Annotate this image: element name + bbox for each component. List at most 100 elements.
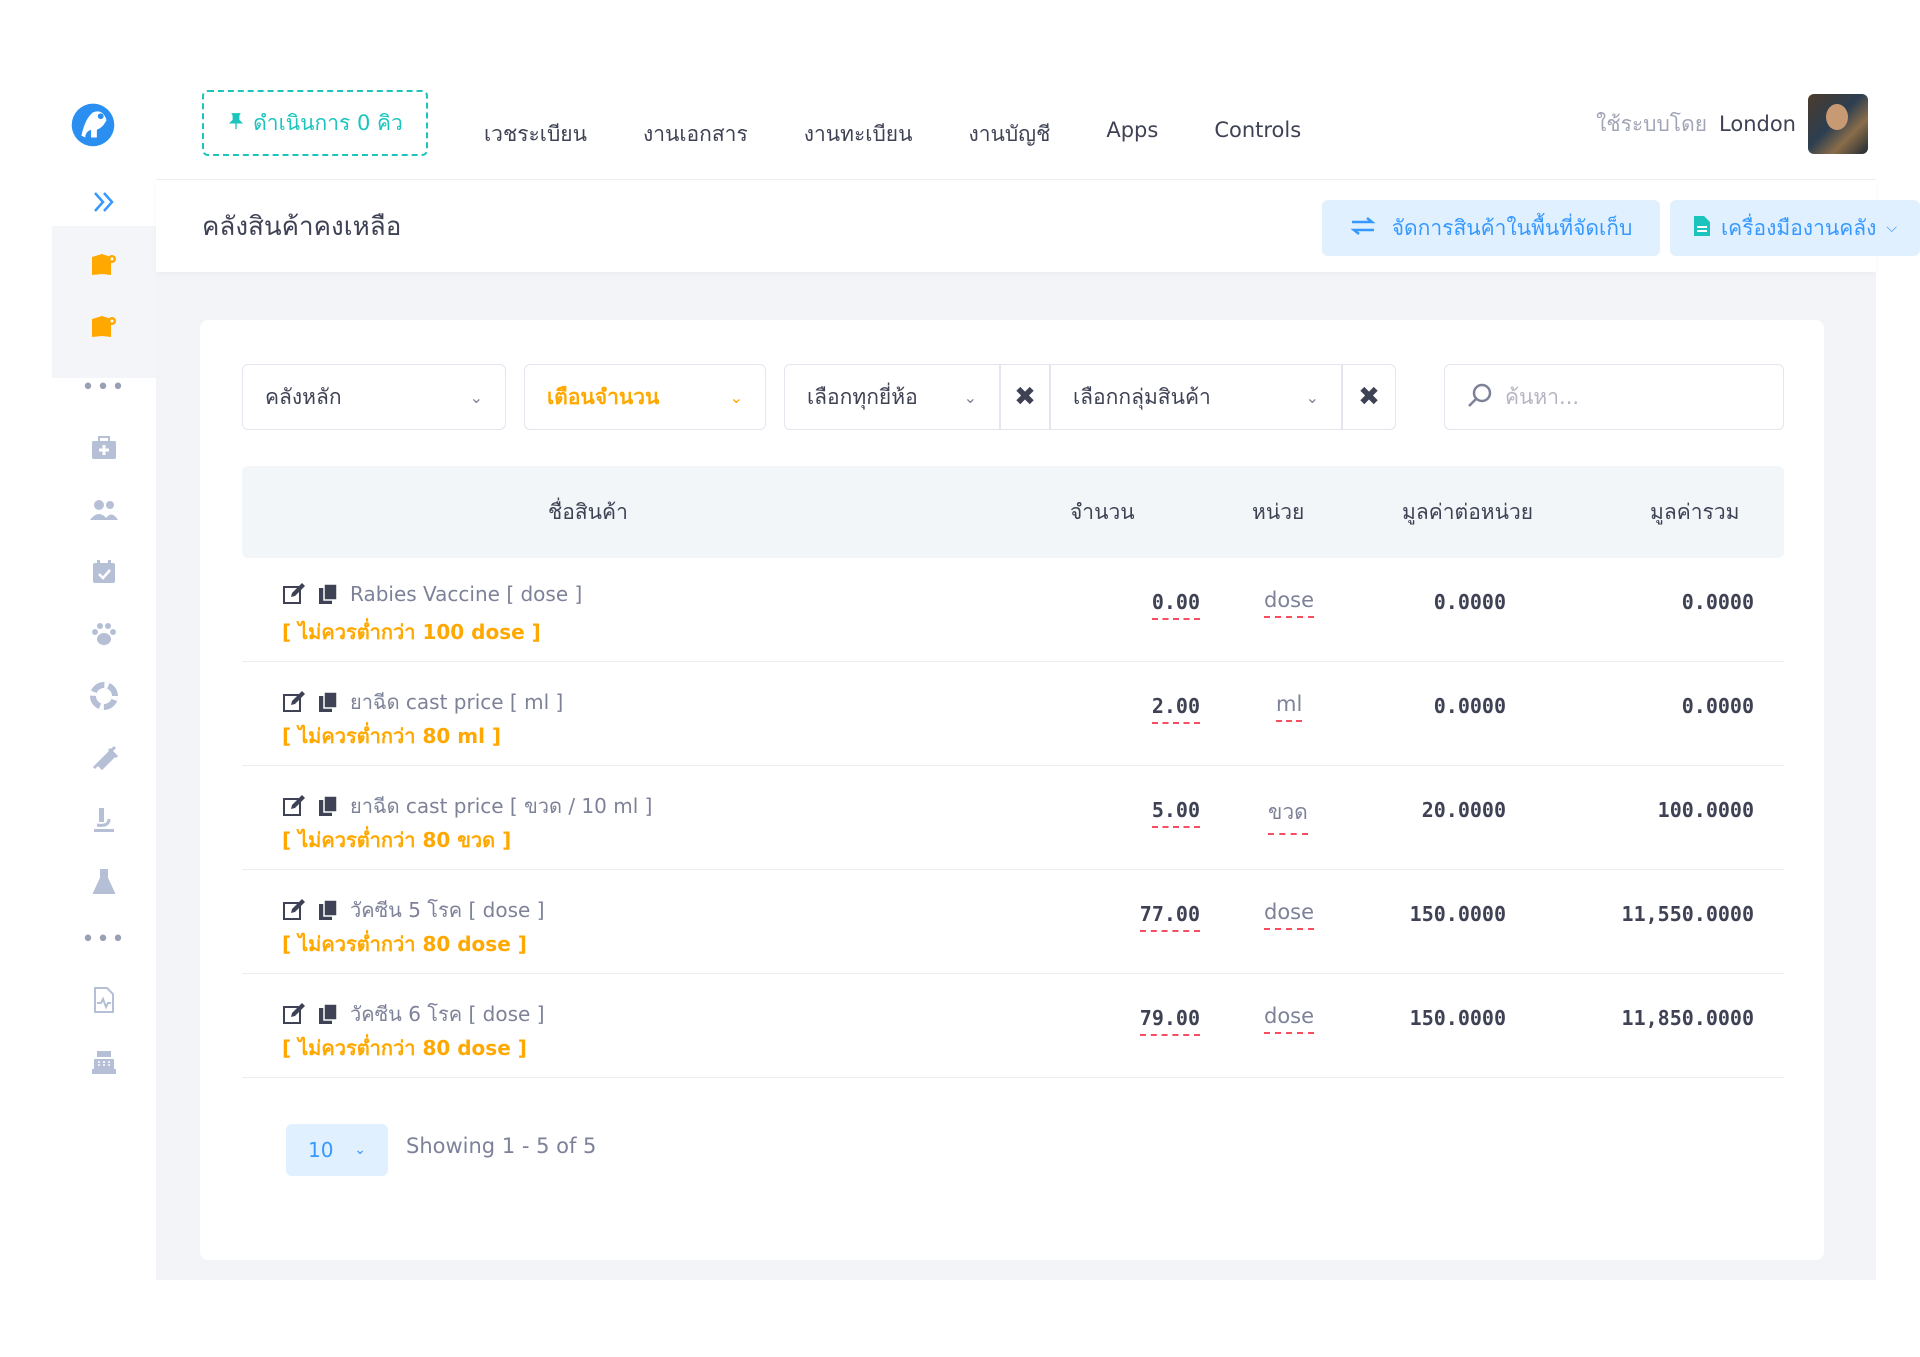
product-group-select[interactable]: เลือกกลุ่มสินค้า ⌄: [1050, 364, 1342, 430]
manage-storage-button[interactable]: จัดการสินค้าในพื้นที่จัดเก็บ: [1322, 200, 1660, 256]
lifebuoy-icon[interactable]: [52, 666, 156, 726]
user-label: ใช้ระบบโดย: [1596, 111, 1708, 136]
copy-icon[interactable]: [316, 582, 340, 606]
first-aid-icon[interactable]: [52, 418, 156, 478]
chevron-down-icon: ⌄: [469, 387, 483, 407]
total-value: 11,550.0000: [1621, 902, 1754, 926]
unit-value[interactable]: ml: [1276, 692, 1303, 722]
product-name[interactable]: Rabies Vaccine [ dose ]: [350, 582, 582, 606]
edit-icon[interactable]: [282, 898, 306, 922]
unit-price-value: 150.0000: [1409, 1006, 1506, 1030]
manage-storage-label: จัดการสินค้าในพื้นที่จัดเก็บ: [1391, 215, 1633, 240]
unit-value[interactable]: dose: [1264, 1004, 1315, 1034]
product-name[interactable]: ยาฉีด cast price [ ml ]: [350, 686, 563, 718]
queue-button[interactable]: ดำเนินการ 0 คิว: [202, 90, 428, 156]
close-icon: ✖: [1014, 382, 1036, 412]
microscope-icon[interactable]: [52, 790, 156, 850]
nav-registration[interactable]: งานทะเบียน: [776, 102, 941, 167]
col-unit[interactable]: หน่วย: [1252, 496, 1304, 529]
nav-apps[interactable]: Apps: [1078, 102, 1186, 167]
pagination-info: Showing 1 - 5 of 5: [406, 1134, 597, 1158]
warehouse-tools-button[interactable]: เครื่องมืองานคลัง ⌵: [1670, 200, 1920, 256]
health-report-icon[interactable]: [52, 970, 156, 1030]
table-row: วัคซีน 5 โรค [ dose ] [ ไม่ควรต่ำกว่า 80…: [242, 870, 1784, 974]
min-stock-warning: [ ไม่ควรต่ำกว่า 100 dose ]: [282, 620, 541, 644]
copy-icon[interactable]: [316, 690, 340, 714]
edit-icon[interactable]: [282, 794, 306, 818]
unit-value[interactable]: dose: [1264, 900, 1315, 930]
edit-icon[interactable]: [282, 582, 306, 606]
col-quantity[interactable]: จำนวน: [1070, 496, 1135, 529]
unit-value[interactable]: dose: [1264, 588, 1315, 618]
alert-filter-value: เตือนจำนวน: [547, 384, 660, 409]
brand-select-value: เลือกทุกยี่ห้อ: [807, 384, 918, 409]
more-dots-icon: •••: [81, 375, 127, 400]
quantity-value[interactable]: 5.00: [1151, 798, 1200, 828]
chevron-down-icon: ⌄: [963, 387, 977, 407]
quantity-value[interactable]: 77.00: [1139, 902, 1200, 932]
brand-select[interactable]: เลือกทุกยี่ห้อ ⌄: [784, 364, 1000, 430]
table-row: ยาฉีด cast price [ ขวด / 10 ml ] [ ไม่คว…: [242, 766, 1784, 870]
more-dots-icon-2: •••: [81, 927, 127, 952]
warehouse-select-value: คลังหลัก: [265, 384, 342, 409]
min-stock-warning: [ ไม่ควรต่ำกว่า 80 ml ]: [282, 724, 502, 748]
table-row: วัคซีน 6 โรค [ dose ] [ ไม่ควรต่ำกว่า 80…: [242, 974, 1784, 1078]
unit-price-value: 20.0000: [1421, 798, 1506, 822]
search-input[interactable]: ค้นหา...: [1444, 364, 1784, 430]
nav-documents[interactable]: งานเอกสาร: [615, 102, 776, 167]
unit-price-value: 0.0000: [1433, 590, 1506, 614]
nav-controls[interactable]: Controls: [1186, 102, 1329, 167]
unit-price-value: 150.0000: [1409, 902, 1506, 926]
sidebar: ••• •••: [52, 80, 156, 1280]
product-name[interactable]: วัคซีน 6 โรค [ dose ]: [350, 998, 545, 1030]
warehouse-icon[interactable]: [52, 234, 156, 294]
col-unit-value[interactable]: มูลค่าต่อหน่วย: [1402, 496, 1533, 529]
warehouse-select[interactable]: คลังหลัก ⌄: [242, 364, 506, 430]
edit-icon[interactable]: [282, 690, 306, 714]
clear-brand-button[interactable]: ✖: [1000, 364, 1050, 430]
users-icon[interactable]: [52, 480, 156, 540]
alert-filter-select[interactable]: เตือนจำนวน ⌄: [524, 364, 766, 430]
copy-icon[interactable]: [316, 1002, 340, 1026]
page-size-select[interactable]: 10 ⌄: [286, 1124, 388, 1176]
total-value: 11,850.0000: [1621, 1006, 1754, 1030]
flask-icon[interactable]: [52, 852, 156, 912]
unit-value[interactable]: ขวด: [1268, 796, 1308, 835]
user-menu[interactable]: ใช้ระบบโดย London: [1596, 94, 1868, 154]
table-header: ชื่อสินค้า จำนวน หน่วย มูลค่าต่อหน่วย มู…: [242, 466, 1784, 558]
copy-icon[interactable]: [316, 794, 340, 818]
cash-register-icon[interactable]: [52, 1032, 156, 1092]
subheader: คลังสินค้าคงเหลือ จัดการสินค้าในพื้นที่จ…: [156, 180, 1920, 272]
min-stock-warning: [ ไม่ควรต่ำกว่า 80 ขวด ]: [282, 828, 512, 852]
search-icon: [1467, 382, 1493, 412]
page-size-value: 10: [308, 1138, 334, 1162]
paw-icon[interactable]: [52, 604, 156, 664]
quantity-value[interactable]: 2.00: [1151, 694, 1200, 724]
quantity-value[interactable]: 79.00: [1139, 1006, 1200, 1036]
app-frame: ••• ••• ดำเนินการ 0 คิว เวชระเบียน งานเอ…: [52, 80, 1920, 1280]
nav-medical-records[interactable]: เวชระเบียน: [456, 102, 615, 167]
nav-accounting[interactable]: งานบัญชี: [940, 102, 1078, 167]
edit-icon[interactable]: [282, 1002, 306, 1026]
col-product-name[interactable]: ชื่อสินค้า: [548, 496, 628, 529]
copy-icon[interactable]: [316, 898, 340, 922]
col-total-value[interactable]: มูลค่ารวม: [1650, 496, 1739, 529]
chevron-down-icon: ⌵: [1886, 220, 1898, 236]
chevron-down-icon: ⌄: [1305, 387, 1319, 407]
app-logo[interactable]: [64, 98, 122, 148]
product-name[interactable]: วัคซีน 5 โรค [ dose ]: [350, 894, 545, 926]
warehouse-tools-label: เครื่องมืองานคลัง: [1720, 215, 1877, 240]
expand-sidebar-icon[interactable]: [52, 172, 156, 232]
syringe-icon[interactable]: [52, 728, 156, 788]
calendar-icon[interactable]: [52, 542, 156, 602]
avatar[interactable]: [1808, 94, 1868, 154]
close-icon: ✖: [1358, 382, 1380, 412]
total-value: 0.0000: [1681, 694, 1754, 718]
quantity-value[interactable]: 0.00: [1151, 590, 1200, 620]
chevron-down-icon: ⌄: [354, 1142, 366, 1158]
product-name[interactable]: ยาฉีด cast price [ ขวด / 10 ml ]: [350, 790, 652, 822]
table-row: ยาฉีด cast price [ ml ] [ ไม่ควรต่ำกว่า …: [242, 662, 1784, 766]
inventory-icon[interactable]: [52, 296, 156, 356]
main-nav: เวชระเบียน งานเอกสาร งานทะเบียน งานบัญชี…: [456, 102, 1329, 167]
clear-group-button[interactable]: ✖: [1342, 364, 1396, 430]
